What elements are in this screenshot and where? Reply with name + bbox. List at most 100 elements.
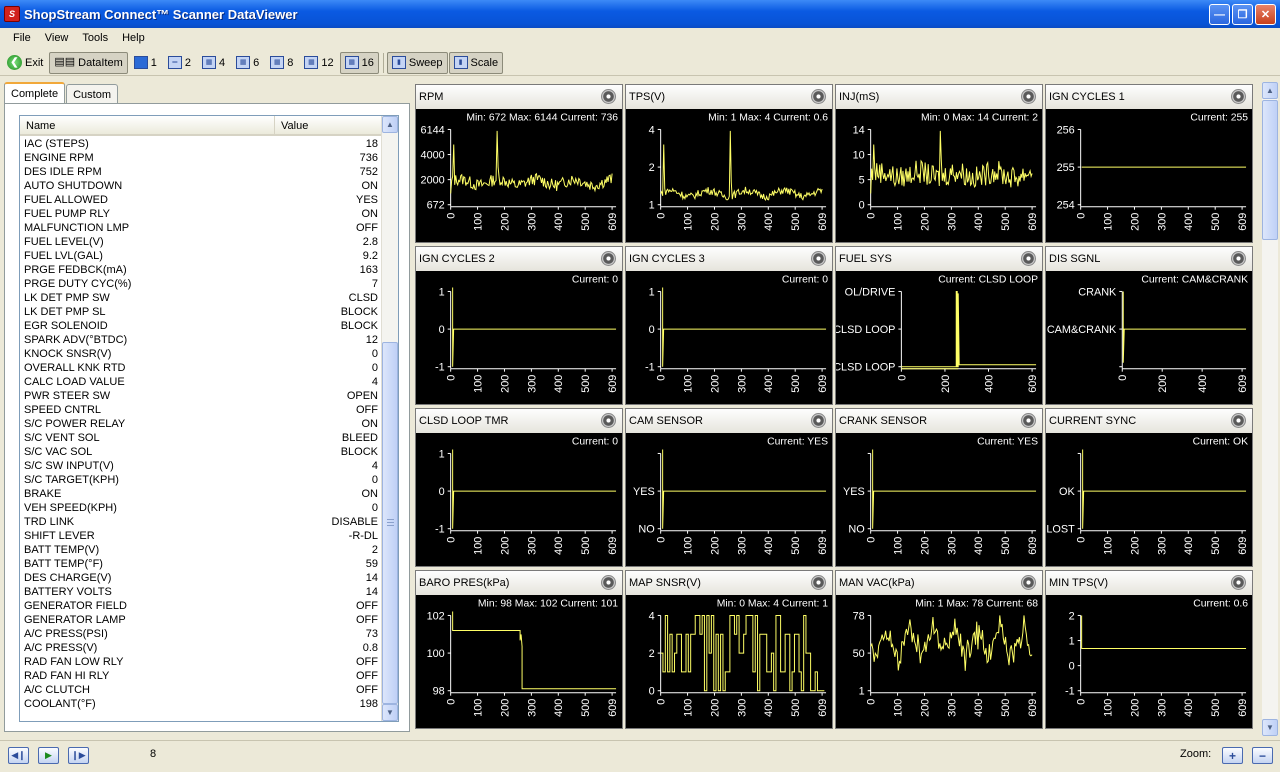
- list-item[interactable]: BRAKE ON: [20, 487, 383, 501]
- close-button[interactable]: ✕: [1255, 4, 1276, 25]
- graph-settings-icon[interactable]: [811, 251, 826, 266]
- dataitem-button[interactable]: ▤▤ DataItem: [49, 51, 128, 74]
- list-item[interactable]: CALC LOAD VALUE 4: [20, 375, 383, 389]
- graph-panel[interactable]: FUEL SYS Current: CLSD LOOP OL/DRIVE CLSD L…: [835, 246, 1043, 405]
- list-item[interactable]: BATT TEMP(°F) 59: [20, 557, 383, 571]
- graph-panel[interactable]: MIN TPS(V) Current: 0.6 2 1 0 -1 0 100 200 300 400…: [1045, 570, 1253, 729]
- list-item[interactable]: A/C PRESS(V) 0.8: [20, 641, 383, 655]
- graph-panel[interactable]: MAN VAC(kPa) Min: 1 Max: 78 Current: 68 78…: [835, 570, 1043, 729]
- graph-settings-icon[interactable]: [1021, 251, 1036, 266]
- scroll-up-button[interactable]: ▲: [382, 116, 398, 133]
- list-item[interactable]: MALFUNCTION LMP OFF: [20, 221, 383, 235]
- graph-panel[interactable]: DIS SGNL Current: CAM&CRANK CRANK CAM&CRANK…: [1045, 246, 1253, 405]
- menu-file[interactable]: File: [6, 28, 38, 48]
- layout-12-button[interactable]: ▦ 12: [299, 52, 338, 74]
- minimize-button[interactable]: —: [1209, 4, 1230, 25]
- list-item[interactable]: TRD LINK DISABLE: [20, 515, 383, 529]
- list-item[interactable]: PRGE DUTY CYC(%) 7: [20, 277, 383, 291]
- list-item[interactable]: LK DET PMP SL BLOCK: [20, 305, 383, 319]
- list-item[interactable]: DES CHARGE(V) 14: [20, 571, 383, 585]
- graph-panel[interactable]: TPS(V) Min: 1 Max: 4 Current: 0.6 4 2 1 0 100 2…: [625, 84, 833, 243]
- graph-panel[interactable]: IGN CYCLES 2 Current: 0 1 0 -1 0 100 200 300 400 5…: [415, 246, 623, 405]
- list-item[interactable]: SPARK ADV(°BTDC) 12: [20, 333, 383, 347]
- list-item[interactable]: FUEL ALLOWED YES: [20, 193, 383, 207]
- graph-settings-icon[interactable]: [811, 89, 826, 104]
- graph-scroll-thumb[interactable]: [1262, 100, 1278, 240]
- graph-panel[interactable]: RPM Min: 672 Max: 6144 Current: 736 6144 40…: [415, 84, 623, 243]
- list-item[interactable]: AUTO SHUTDOWN ON: [20, 179, 383, 193]
- list-item[interactable]: S/C TARGET(KPH) 0: [20, 473, 383, 487]
- tab-complete[interactable]: Complete: [4, 82, 66, 104]
- graph-settings-icon[interactable]: [1021, 89, 1036, 104]
- list-item[interactable]: COOLANT(°F) 198: [20, 697, 383, 711]
- scale-button[interactable]: ▮ Scale: [448, 51, 504, 74]
- list-item[interactable]: EGR SOLENOID BLOCK: [20, 319, 383, 333]
- list-item[interactable]: RAD FAN HI RLY OFF: [20, 669, 383, 683]
- menu-view[interactable]: View: [38, 28, 76, 48]
- list-item[interactable]: OVERALL KNK RTD 0: [20, 361, 383, 375]
- list-item[interactable]: LK DET PMP SW CLSD: [20, 291, 383, 305]
- graph-settings-icon[interactable]: [1231, 89, 1246, 104]
- list-item[interactable]: S/C VENT SOL BLEED: [20, 431, 383, 445]
- list-item[interactable]: KNOCK SNSR(V) 0: [20, 347, 383, 361]
- layout-2-button[interactable]: ═ 2: [163, 52, 196, 74]
- list-item[interactable]: FUEL LEVEL(V) 2.8: [20, 235, 383, 249]
- graph-panel[interactable]: CURRENT SYNC Current: OK OK LOST 0 100 200 300 4…: [1045, 408, 1253, 567]
- column-header-name[interactable]: Name: [20, 116, 275, 136]
- graph-panel[interactable]: BARO PRES(kPa) Min: 98 Max: 102 Current: …: [415, 570, 623, 729]
- layout-16-button[interactable]: ▦ 16: [339, 51, 379, 74]
- list-item[interactable]: PWR STEER SW OPEN: [20, 389, 383, 403]
- graph-panel[interactable]: CLSD LOOP TMR Current: 0 1 0 -1 0 100 200 300 400…: [415, 408, 623, 567]
- graph-settings-icon[interactable]: [1021, 413, 1036, 428]
- layout-4-button[interactable]: ▦ 4: [197, 52, 230, 74]
- zoom-in-button[interactable]: +: [1222, 747, 1243, 764]
- graph-settings-icon[interactable]: [1021, 575, 1036, 590]
- list-item[interactable]: S/C SW INPUT(V) 4: [20, 459, 383, 473]
- graph-panel[interactable]: CRANK SENSOR Current: YES YES NO 0 100 200 300 4…: [835, 408, 1043, 567]
- graph-panel[interactable]: INJ(mS) Min: 0 Max: 14 Current: 2 14 10 5 0 0 1…: [835, 84, 1043, 243]
- graph-panel[interactable]: IGN CYCLES 3 Current: 0 1 0 -1 0 100 200 300 400 5…: [625, 246, 833, 405]
- graph-scroll-down-button[interactable]: ▼: [1262, 719, 1278, 736]
- skip-back-button[interactable]: ◀❙: [8, 747, 29, 764]
- list-scrollbar[interactable]: ▲ ▼: [381, 116, 398, 721]
- tab-custom[interactable]: Custom: [66, 84, 118, 104]
- graph-settings-icon[interactable]: [1231, 251, 1246, 266]
- scroll-down-button[interactable]: ▼: [382, 704, 398, 721]
- menu-tools[interactable]: Tools: [75, 28, 115, 48]
- list-item[interactable]: GENERATOR LAMP OFF: [20, 613, 383, 627]
- exit-button[interactable]: ❮ Exit: [2, 52, 48, 74]
- zoom-out-button[interactable]: −: [1252, 747, 1273, 764]
- graph-settings-icon[interactable]: [811, 575, 826, 590]
- graph-settings-icon[interactable]: [1231, 575, 1246, 590]
- layout-8-button[interactable]: ▦ 8: [265, 52, 298, 74]
- list-item[interactable]: A/C CLUTCH OFF: [20, 683, 383, 697]
- graph-settings-icon[interactable]: [1231, 413, 1246, 428]
- list-item[interactable]: GENERATOR FIELD OFF: [20, 599, 383, 613]
- maximize-button[interactable]: ❐: [1232, 4, 1253, 25]
- sweep-button[interactable]: ▮ Sweep: [386, 51, 448, 74]
- list-item[interactable]: ENGINE RPM 736: [20, 151, 383, 165]
- list-item[interactable]: VEH SPEED(KPH) 0: [20, 501, 383, 515]
- list-item[interactable]: S/C POWER RELAY ON: [20, 417, 383, 431]
- menu-help[interactable]: Help: [115, 28, 152, 48]
- scroll-thumb[interactable]: [382, 342, 398, 704]
- column-header-value[interactable]: Value: [275, 116, 383, 136]
- graph-scroll-up-button[interactable]: ▲: [1262, 82, 1278, 99]
- list-item[interactable]: FUEL PUMP RLY ON: [20, 207, 383, 221]
- list-item[interactable]: BATTERY VOLTS 14: [20, 585, 383, 599]
- graph-settings-icon[interactable]: [601, 575, 616, 590]
- graph-settings-icon[interactable]: [811, 413, 826, 428]
- list-item[interactable]: S/C VAC SOL BLOCK: [20, 445, 383, 459]
- skip-forward-button[interactable]: ❙▶: [68, 747, 89, 764]
- graph-scrollbar[interactable]: ▲ ▼: [1262, 82, 1278, 736]
- list-item[interactable]: BATT TEMP(V) 2: [20, 543, 383, 557]
- graph-settings-icon[interactable]: [601, 251, 616, 266]
- play-button[interactable]: ▶: [38, 747, 59, 764]
- list-item[interactable]: A/C PRESS(PSI) 73: [20, 627, 383, 641]
- layout-1-button[interactable]: 1: [129, 52, 162, 74]
- graph-panel[interactable]: IGN CYCLES 1 Current: 255 256 255 254 0 100 200…: [1045, 84, 1253, 243]
- graph-settings-icon[interactable]: [601, 89, 616, 104]
- layout-6-button[interactable]: ▦ 6: [231, 52, 264, 74]
- list-item[interactable]: RAD FAN LOW RLY OFF: [20, 655, 383, 669]
- list-item[interactable]: SHIFT LEVER -R-DL: [20, 529, 383, 543]
